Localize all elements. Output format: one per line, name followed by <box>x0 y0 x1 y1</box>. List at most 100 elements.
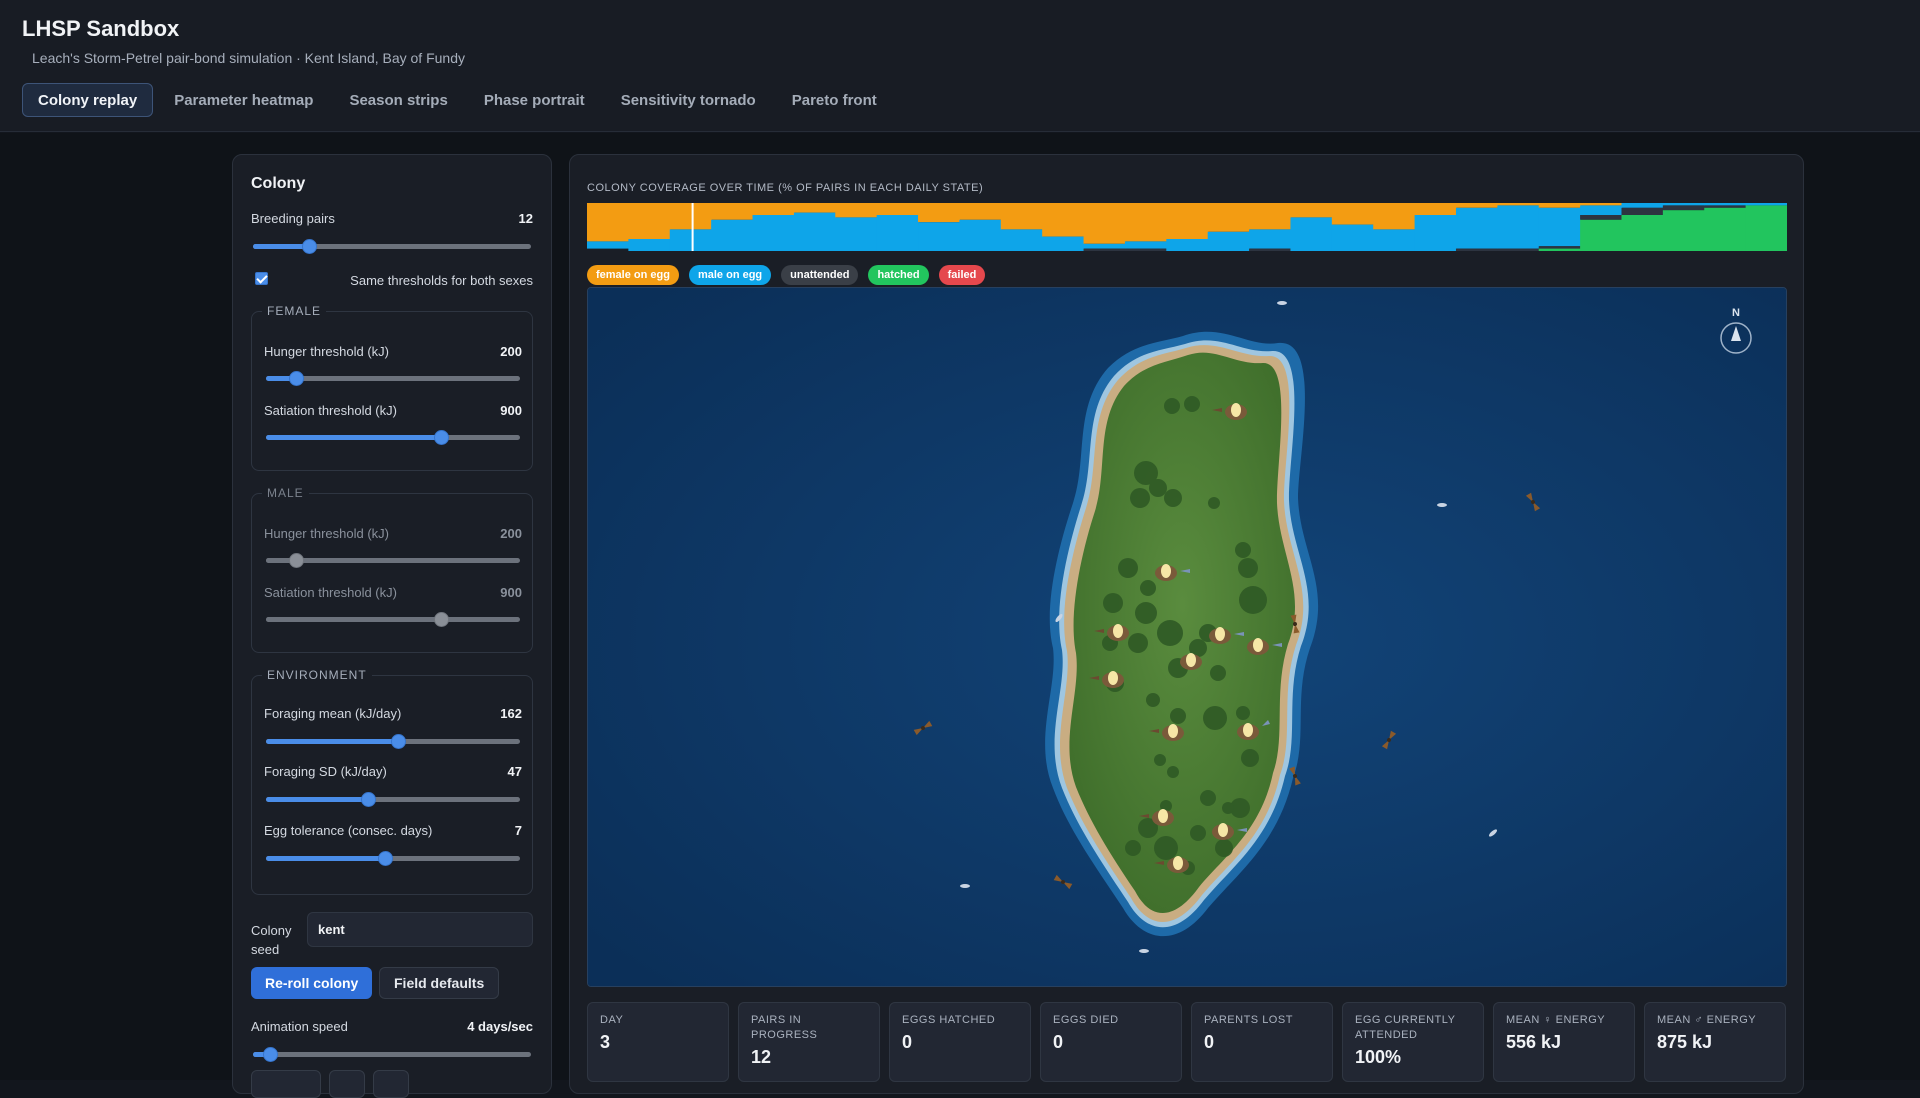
app-subtitle: Leach's Storm-Petrel pair-bond simulatio… <box>32 50 465 66</box>
reset-button[interactable] <box>373 1070 409 1098</box>
stat-value: 875 kJ <box>1657 1032 1713 1052</box>
same-thresholds-checkbox[interactable] <box>255 272 268 285</box>
coverage-segment-male <box>1083 243 1126 249</box>
coverage-segment-hatched <box>1621 215 1664 251</box>
male-fieldset: MALE Hunger threshold (kJ) 200 Satiation… <box>251 486 533 653</box>
egg-tolerance-slider[interactable] <box>266 850 520 866</box>
tab-season-strips[interactable]: Season strips <box>334 83 462 117</box>
tab-sensitivity-tornado[interactable]: Sensitivity tornado <box>606 83 771 117</box>
stat-mean-female-energy: MEAN ♀ ENERGY 556 kJ <box>1493 1002 1635 1082</box>
slider-thumb[interactable] <box>289 371 305 386</box>
foraging-sd-slider[interactable] <box>266 791 520 807</box>
coverage-segment-male <box>1662 203 1705 206</box>
legend-failed: failed <box>938 265 986 285</box>
animation-speed-slider[interactable] <box>253 1046 531 1062</box>
coverage-segment-female <box>835 203 878 218</box>
slider-thumb[interactable] <box>301 239 317 254</box>
coverage-segment-male <box>1455 207 1498 249</box>
coverage-segment-male <box>1124 241 1167 249</box>
compass-label: N <box>1732 307 1740 319</box>
legend-female-on-egg: female on egg <box>587 265 679 285</box>
tab-colony-replay[interactable]: Colony replay <box>22 83 154 117</box>
slider-thumb[interactable] <box>378 851 394 866</box>
step-button[interactable] <box>329 1070 365 1098</box>
coverage-segment-male <box>1704 203 1747 206</box>
reroll-colony-button[interactable]: Re-roll colony <box>251 967 373 999</box>
coverage-segment-unattended <box>1455 248 1498 251</box>
coverage-segment-female <box>1249 203 1292 230</box>
foraging-mean-slider[interactable] <box>266 733 520 749</box>
breeding-pairs-slider[interactable] <box>253 238 531 254</box>
slider-thumb[interactable] <box>391 734 407 749</box>
coverage-segment-unattended <box>1621 207 1664 215</box>
stat-value: 0 <box>1053 1032 1064 1052</box>
tab-parameter-heatmap[interactable]: Parameter heatmap <box>159 83 328 117</box>
stat-label: EGG CURRENTLY ATTENDED <box>1355 1014 1456 1041</box>
slider-thumb[interactable] <box>262 1047 278 1062</box>
coverage-segment-female <box>876 203 919 215</box>
stat-value: 0 <box>902 1032 913 1052</box>
slider-thumb[interactable] <box>434 430 450 445</box>
coverage-segment-female <box>1207 203 1250 232</box>
stat-eggs-died: EGGS DIED 0 <box>1040 1002 1182 1082</box>
field-defaults-button[interactable]: Field defaults <box>379 967 500 999</box>
tab-pareto-front[interactable]: Pareto front <box>777 83 892 117</box>
legend-unattended: unattended <box>781 265 859 285</box>
coverage-segment-male <box>1000 229 1043 251</box>
app-header: LHSP Sandbox Leach's Storm-Petrel pair-b… <box>0 0 1920 132</box>
coverage-segment-female <box>1042 203 1085 237</box>
coverage-segment-female <box>1538 203 1581 208</box>
coverage-segment-hatched <box>1745 205 1787 251</box>
female-hunger-label: Hunger threshold (kJ) <box>264 344 389 359</box>
coverage-segment-male <box>1290 217 1333 251</box>
legend-male-on-egg: male on egg <box>688 265 772 285</box>
female-satiation-slider[interactable] <box>266 429 520 445</box>
coverage-segment-male <box>1745 203 1787 206</box>
coverage-segment-female <box>1166 203 1209 239</box>
coverage-segment-male <box>628 239 671 251</box>
state-legend: female on egg male on egg unattended hat… <box>587 265 986 285</box>
male-hunger-row: Hunger threshold (kJ) 200 <box>264 526 522 542</box>
female-hunger-value: 200 <box>500 344 522 359</box>
coverage-segment-female <box>752 203 795 215</box>
female-hunger-slider[interactable] <box>266 370 520 386</box>
bird <box>1277 301 1287 305</box>
coverage-segment-unattended <box>1497 248 1540 251</box>
tab-bar: Colony replay Parameter heatmap Season s… <box>22 83 892 117</box>
female-satiation-value: 900 <box>500 403 522 418</box>
bird <box>960 884 970 888</box>
panel-title: Colony <box>251 175 306 192</box>
breeding-pairs-row: Breeding pairs 12 <box>251 211 533 227</box>
stats-row: DAY 3 PAIRS IN PROGRESS 12 EGGS HATCHED … <box>587 1002 1786 1082</box>
animation-speed-row: Animation speed 4 days/sec <box>251 1019 533 1035</box>
stat-label: PARENTS LOST <box>1204 1014 1293 1026</box>
coverage-segment-female <box>793 203 836 213</box>
coverage-segment-female <box>711 203 754 220</box>
coverage-segment-unattended <box>1704 205 1747 208</box>
female-satiation-row: Satiation threshold (kJ) 900 <box>264 403 522 419</box>
coverage-segment-male <box>876 215 919 251</box>
coverage-segment-female <box>1414 203 1457 215</box>
stat-value: 100% <box>1355 1047 1402 1067</box>
coverage-segment-female <box>1331 203 1374 225</box>
colony-map[interactable]: N <box>587 287 1787 987</box>
slider-thumb[interactable] <box>360 792 376 807</box>
coverage-segment-unattended <box>1580 215 1623 220</box>
tab-phase-portrait[interactable]: Phase portrait <box>469 83 600 117</box>
animation-speed-label: Animation speed <box>251 1019 348 1034</box>
bird <box>1437 503 1447 507</box>
coverage-segment-male <box>1580 205 1623 215</box>
coverage-segment-male <box>1042 236 1085 251</box>
app-title: LHSP Sandbox <box>22 16 180 41</box>
coverage-segment-female <box>1580 203 1623 206</box>
coverage-segment-male <box>711 219 754 251</box>
female-hunger-row: Hunger threshold (kJ) 200 <box>264 344 522 360</box>
slider-thumb <box>434 612 450 627</box>
playback-button[interactable] <box>251 1070 321 1098</box>
foraging-sd-label: Foraging SD (kJ/day) <box>264 764 387 779</box>
coverage-segment-unattended <box>1124 248 1167 251</box>
colony-seed-input[interactable] <box>307 912 533 947</box>
coverage-segment-female <box>1497 203 1540 206</box>
coverage-title: COLONY COVERAGE OVER TIME (% OF PAIRS IN… <box>587 182 984 194</box>
coverage-segment-male <box>1538 207 1581 247</box>
